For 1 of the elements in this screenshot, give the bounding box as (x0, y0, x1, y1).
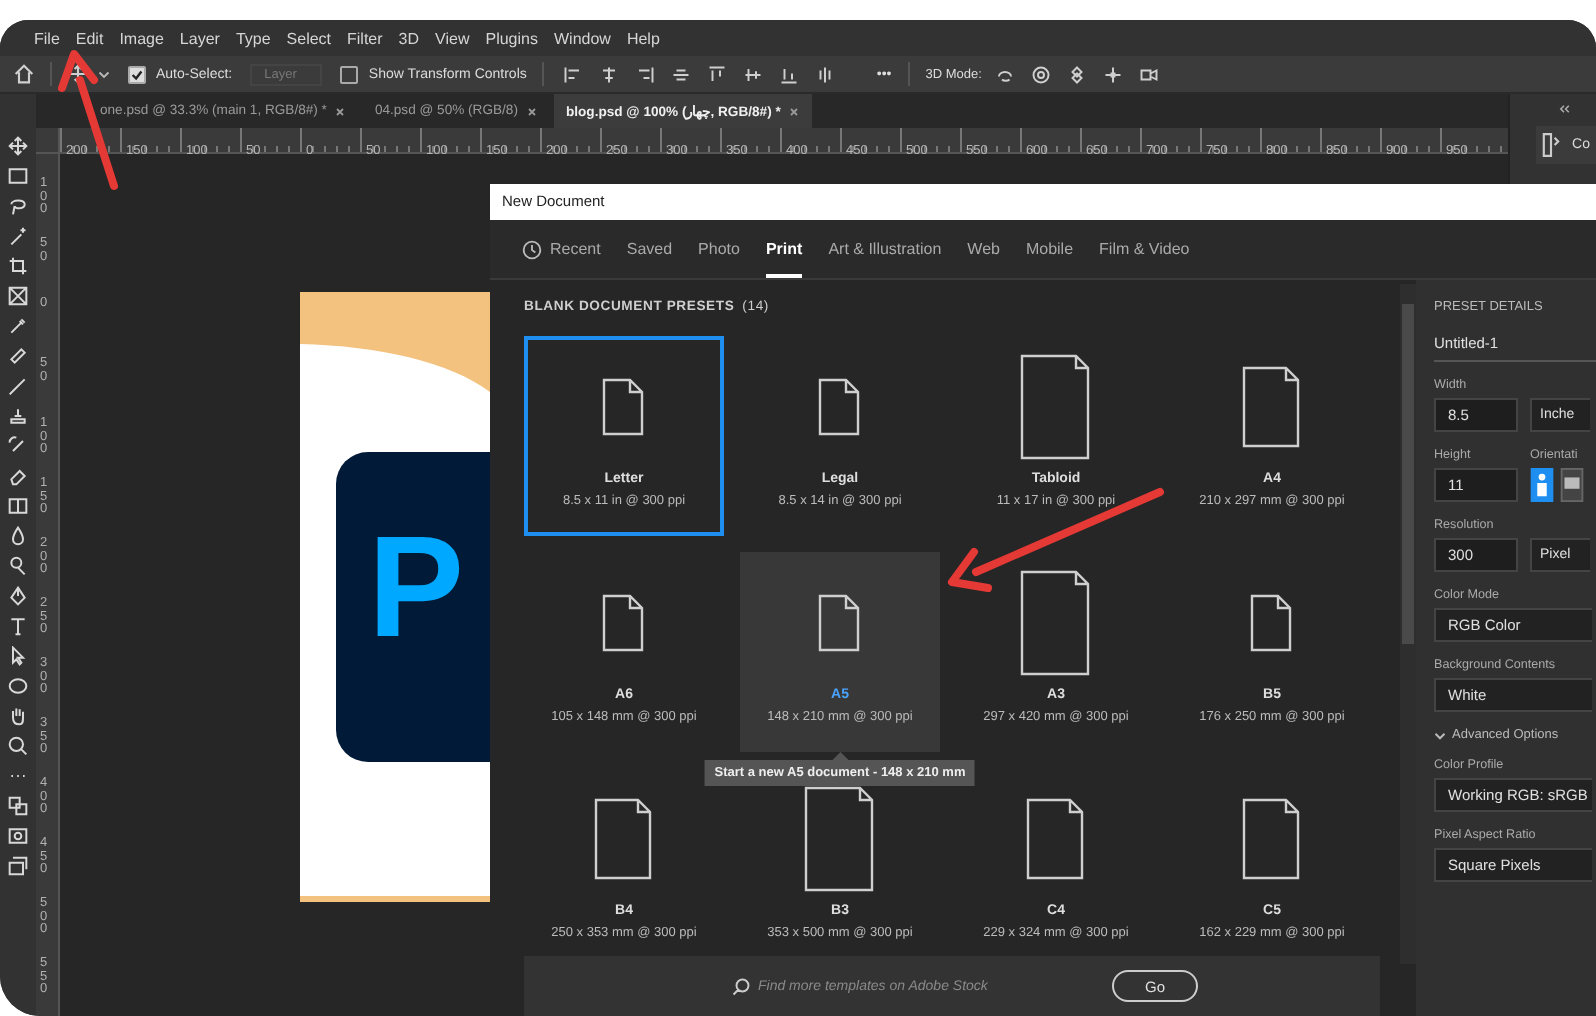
logo-letter: P (368, 516, 465, 660)
